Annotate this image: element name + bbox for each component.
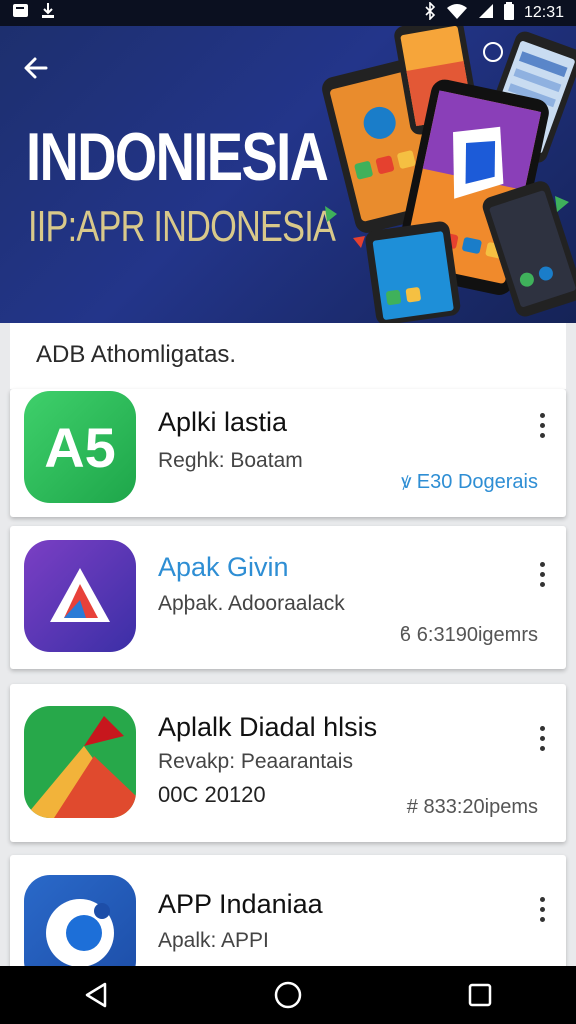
app-size: ϐ 6:3190igemrs <box>399 624 538 646</box>
notification-icon <box>12 3 30 24</box>
hero-title: INDONIESIA <box>26 119 329 195</box>
recents-nav-button[interactable] <box>450 966 510 1024</box>
app-name: APP Indaniaa <box>158 889 323 919</box>
circle-home-icon <box>274 981 302 1009</box>
app-icon: A5 <box>24 391 136 503</box>
app-name: Aplalk Diadal hlsis <box>158 712 378 742</box>
section-header: ADB Athomligatas. <box>10 323 566 389</box>
bluetooth-icon <box>424 0 436 25</box>
phones-illustration <box>322 26 576 323</box>
signal-icon <box>478 3 494 24</box>
svg-text:A5: A5 <box>44 416 116 479</box>
app-subtitle: Revakp: Peaarantais <box>158 750 353 773</box>
hero-subtitle: IIP:APR INDONESIA <box>28 202 336 251</box>
app-name: Aplki lastia <box>158 407 288 437</box>
app-subtitle: Apalk: APPI <box>158 929 269 952</box>
clock-time: 12:31 <box>523 4 564 21</box>
app-size: # 833:20ipems <box>406 796 538 818</box>
navigation-bar <box>0 966 576 1024</box>
back-button[interactable] <box>18 50 54 86</box>
more-vert-icon[interactable] <box>532 405 552 445</box>
more-vert-icon[interactable] <box>532 718 552 758</box>
hero-banner: INDONIESIA IIP:APR INDONESIA <box>0 26 576 323</box>
section-title: ADB Athomligatas. <box>36 341 237 368</box>
app-subtitle: Apþak. Adooraalack <box>158 592 345 615</box>
arrow-left-icon <box>24 57 48 79</box>
app-extra: 00C 20120 <box>158 782 266 807</box>
more-vert-icon[interactable] <box>532 554 552 594</box>
wifi-icon <box>446 3 468 24</box>
back-nav-button[interactable] <box>66 966 126 1024</box>
app-icon <box>24 540 136 652</box>
app-icon <box>24 706 136 818</box>
app-card[interactable]: A5 Aplki lastia Reghk: Boatam ꝟ E30 Doge… <box>10 389 566 517</box>
app-card[interactable]: Apak Givin Apþak. Adooraalack ϐ 6:3190ig… <box>10 526 566 669</box>
home-nav-button[interactable] <box>258 966 318 1024</box>
status-bar: 12:31 <box>0 0 576 26</box>
app-subtitle: Reghk: Boatam <box>158 449 303 472</box>
app-card[interactable]: Aplalk Diadal hlsis Revakp: Peaarantais … <box>10 684 566 842</box>
app-name: Apak Givin <box>158 552 289 582</box>
more-vert-icon[interactable] <box>532 889 552 929</box>
square-recents-icon <box>468 983 492 1007</box>
triangle-back-icon <box>85 982 107 1008</box>
battery-icon <box>503 1 514 25</box>
app-size: ꝟ E30 Dogerais <box>401 471 538 493</box>
download-icon <box>40 2 56 25</box>
